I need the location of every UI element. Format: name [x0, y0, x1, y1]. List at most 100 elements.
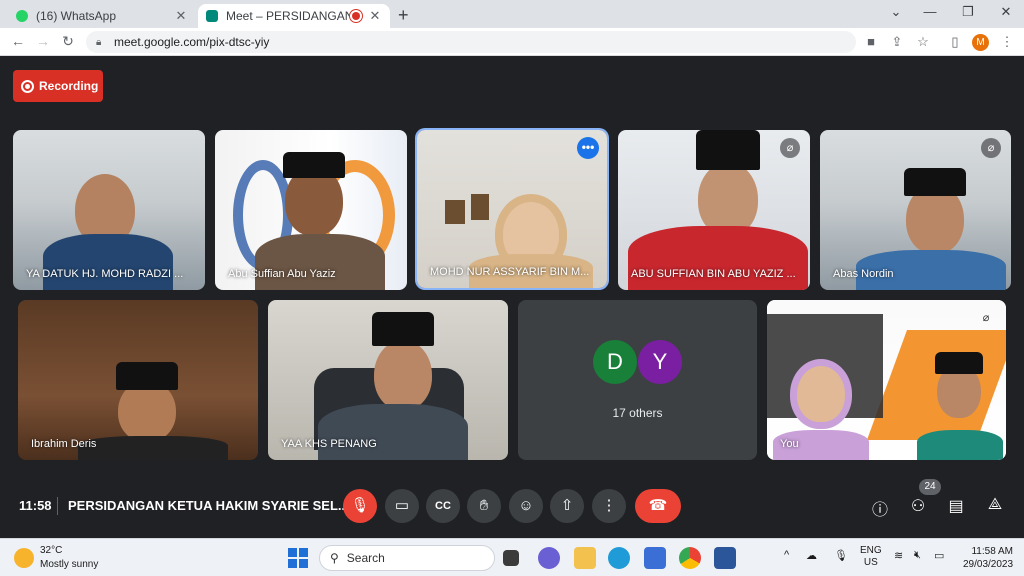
- participant-video: [43, 130, 183, 290]
- profile-avatar[interactable]: M: [972, 34, 989, 51]
- meet-icon: [206, 10, 218, 22]
- meeting-title: PERSIDANGAN KETUA HAKIM SYARIE SEL...: [68, 498, 349, 513]
- others-count-label: 17 others: [612, 406, 663, 420]
- url-text: meet.google.com/pix-dtsc-yiy: [114, 35, 270, 49]
- participant-name: ABU SUFFIAN BIN ABU YAZIZ ...: [631, 268, 796, 280]
- file-explorer-icon[interactable]: [574, 547, 596, 569]
- camera-icon[interactable]: ■: [862, 34, 880, 49]
- tab-title: Meet – PERSIDANGAN KETUA: [226, 9, 352, 23]
- microphone-icon[interactable]: 🎙︎: [834, 549, 848, 562]
- bookmark-star-icon[interactable]: ☆: [914, 34, 932, 50]
- share-icon[interactable]: ⇪: [888, 34, 906, 50]
- chevron-up-icon[interactable]: ^: [784, 549, 789, 561]
- store-icon[interactable]: [644, 547, 666, 569]
- recording-badge[interactable]: Recording: [13, 70, 103, 102]
- side-panel-icon[interactable]: ▯: [946, 34, 964, 50]
- search-icon: ⚲: [330, 551, 339, 565]
- record-icon: [21, 79, 34, 93]
- system-clock[interactable]: 11:58 AM 29/03/2023: [963, 545, 1013, 571]
- tab-title: (16) WhatsApp: [36, 9, 117, 23]
- participant-video: [255, 130, 395, 290]
- volume-muted-icon[interactable]: 🔇︎: [914, 549, 921, 562]
- cloud-icon[interactable]: ☁: [806, 549, 817, 562]
- self-video: [773, 300, 873, 460]
- reload-button[interactable]: ↻: [58, 33, 78, 50]
- participant-tile[interactable]: Abu Suffian Abu Yaziz: [215, 130, 407, 290]
- battery-icon[interactable]: ▭: [934, 549, 944, 562]
- activities-icon[interactable]: ⟁: [984, 496, 1006, 514]
- meeting-controls-bar: 11:58 PERSIDANGAN KETUA HAKIM SYARIE SEL…: [0, 479, 1024, 529]
- language-code: ENG: [860, 545, 882, 556]
- microphone-off-button[interactable]: 🎙︎: [343, 489, 377, 523]
- participant-name: Abas Nordin: [833, 268, 894, 280]
- participant-tile[interactable]: ⌀ ABU SUFFIAN BIN ABU YAZIZ ...: [618, 130, 810, 290]
- participant-name: YAA KHS PENANG: [281, 438, 377, 450]
- search-placeholder: Search: [346, 551, 385, 565]
- more-options-icon[interactable]: •••: [577, 137, 599, 159]
- self-tile[interactable]: ⌀ You: [767, 300, 1006, 460]
- browser-tab-strip: (16) WhatsApp ✕ Meet – PERSIDANGAN KETUA…: [0, 0, 1024, 28]
- participant-tile[interactable]: ⌀ Abas Nordin: [820, 130, 1011, 290]
- tab-whatsapp[interactable]: (16) WhatsApp ✕: [8, 4, 196, 28]
- participant-tile[interactable]: YA DATUK HJ. MOHD RADZI ...: [13, 130, 205, 290]
- participant-name: Ibrahim Deris: [31, 438, 97, 450]
- divider: [57, 497, 58, 515]
- meeting-details-icon[interactable]: ⓘ: [869, 496, 891, 520]
- word-icon[interactable]: [714, 547, 736, 569]
- back-button[interactable]: ←: [8, 33, 28, 49]
- tab-meet[interactable]: Meet – PERSIDANGAN KETUA ✕: [198, 4, 390, 28]
- task-view-icon[interactable]: [503, 550, 519, 566]
- windows-taskbar: 32°C Mostly sunny ⚲ Search ^ ☁ 🎙︎ ENG US…: [0, 538, 1024, 576]
- address-bar-row: ← → ↻ 🔒︎ meet.google.com/pix-dtsc-yiy ■ …: [0, 28, 1024, 56]
- chrome-icon[interactable]: [679, 547, 701, 569]
- people-count-badge: 24: [919, 479, 941, 495]
- whatsapp-icon: [16, 10, 28, 22]
- url-field[interactable]: 🔒︎ meet.google.com/pix-dtsc-yiy: [86, 31, 856, 53]
- sun-icon[interactable]: [14, 548, 34, 568]
- captions-button[interactable]: CC: [426, 489, 460, 523]
- taskbar-search-box[interactable]: ⚲ Search: [319, 545, 495, 571]
- language-indicator[interactable]: ENG US: [860, 545, 882, 569]
- menu-icon[interactable]: ⋮: [998, 34, 1016, 50]
- close-icon[interactable]: ✕: [368, 8, 382, 24]
- wifi-icon[interactable]: ≋: [894, 549, 903, 562]
- recording-indicator-icon: [352, 12, 360, 20]
- new-tab-button[interactable]: +: [398, 5, 409, 26]
- close-icon[interactable]: ✕: [174, 8, 188, 24]
- system-date: 29/03/2023: [963, 559, 1014, 570]
- people-icon[interactable]: ⚇: [907, 496, 929, 516]
- avatar: Y: [638, 340, 682, 384]
- participant-name: Abu Suffian Abu Yaziz: [228, 268, 336, 280]
- minimize-button[interactable]: —: [910, 4, 950, 19]
- present-screen-button[interactable]: ⇧: [550, 489, 584, 523]
- raise-hand-button[interactable]: ✋︎: [467, 489, 501, 523]
- recording-label: Recording: [39, 79, 99, 93]
- participant-tile-active[interactable]: ••• MOHD NUR ASSYARIF BIN M...: [417, 130, 607, 288]
- camera-button[interactable]: ▭: [385, 489, 419, 523]
- close-window-button[interactable]: ✕: [986, 4, 1024, 20]
- forward-button[interactable]: →: [33, 33, 53, 49]
- weather-temperature[interactable]: 32°C: [40, 545, 62, 556]
- mic-off-icon: ⌀: [982, 312, 990, 324]
- keyboard-layout: US: [863, 557, 878, 568]
- edge-browser-icon[interactable]: [608, 547, 630, 569]
- chat-icon[interactable]: ▤: [945, 496, 967, 516]
- more-options-button[interactable]: ⋮: [592, 489, 626, 523]
- leave-call-button[interactable]: ☎︎: [635, 489, 681, 523]
- weather-description[interactable]: Mostly sunny: [40, 559, 98, 570]
- windows-start-button[interactable]: [288, 548, 308, 568]
- participant-name: You: [780, 438, 799, 450]
- maximize-button[interactable]: ❐: [948, 4, 988, 20]
- participant-tile[interactable]: Ibrahim Deris: [18, 300, 258, 460]
- meeting-clock: 11:58: [19, 498, 52, 513]
- reactions-button[interactable]: ☺: [509, 489, 543, 523]
- others-tile[interactable]: D Y 17 others: [518, 300, 757, 460]
- participant-name: YA DATUK HJ. MOHD RADZI ...: [26, 268, 184, 280]
- participant-video: [78, 300, 228, 460]
- lock-icon: 🔒︎: [96, 37, 102, 48]
- participant-tile[interactable]: YAA KHS PENANG: [268, 300, 508, 460]
- participant-name: MOHD NUR ASSYARIF BIN M...: [430, 266, 590, 278]
- participant-video: [318, 300, 468, 460]
- avatar: D: [593, 340, 637, 384]
- chat-app-icon[interactable]: [538, 547, 560, 569]
